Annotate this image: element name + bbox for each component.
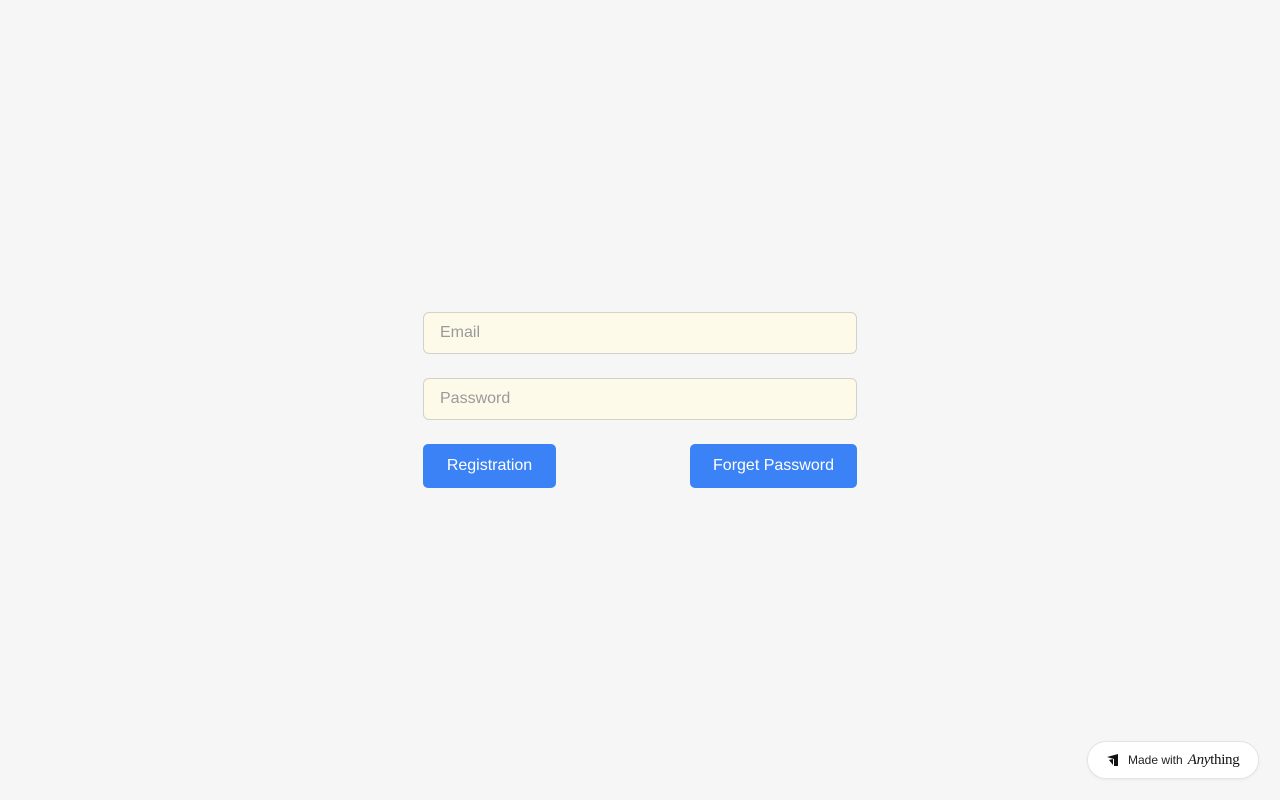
page: Registration Forget Password Made with A…	[0, 0, 1280, 800]
form-actions: Registration Forget Password	[423, 444, 857, 488]
forget-password-button[interactable]: Forget Password	[690, 444, 857, 488]
badge-brand-italic: Any	[1187, 751, 1211, 768]
badge-brand-name: Anything	[1188, 752, 1240, 769]
badge-brand-rest: thing	[1210, 751, 1240, 768]
anything-logo-icon	[1106, 753, 1120, 767]
password-field[interactable]	[423, 378, 857, 420]
login-form: Registration Forget Password	[423, 312, 857, 488]
registration-button[interactable]: Registration	[423, 444, 556, 488]
email-field[interactable]	[423, 312, 857, 354]
made-with-anything-badge[interactable]: Made with Anything	[1087, 741, 1259, 779]
badge-made-with-label: Made with	[1128, 753, 1183, 767]
